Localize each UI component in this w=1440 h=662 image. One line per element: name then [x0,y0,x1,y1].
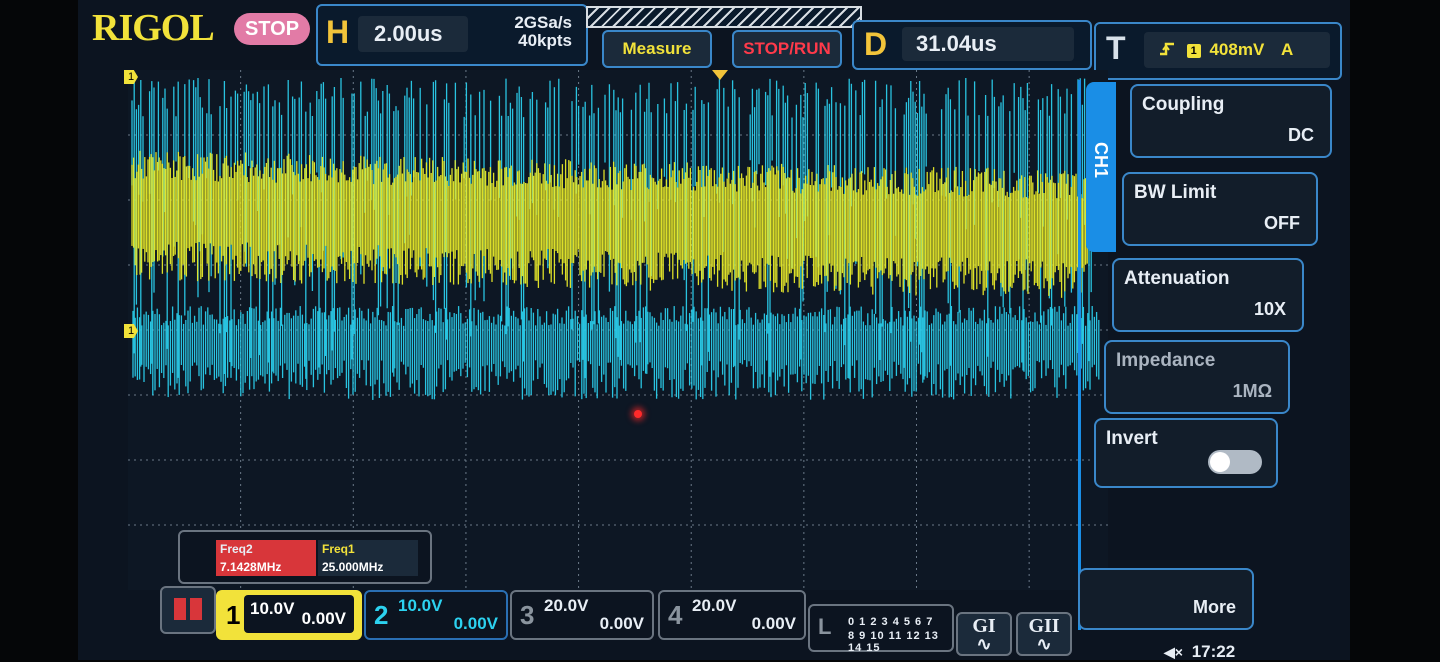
impedance-label: Impedance [1116,350,1216,371]
generator-2-button[interactable]: GII ∿ [1016,612,1072,656]
logic-analyzer-status[interactable]: L 0 1 2 3 4 5 6 7 8 9 10 11 12 13 14 15 [808,604,954,654]
ch3-number: 3 [520,600,535,630]
logic-row-2: 8 9 10 11 12 13 14 15 [848,630,939,654]
memory-position-bar [586,6,862,28]
bw-limit-label: BW Limit [1134,182,1217,203]
measurement-freq2-value: 7.1428MHz [220,560,282,574]
rising-edge-icon [1160,42,1174,56]
coupling-value: DC [1288,125,1314,145]
speaker-icon: ◀× [1164,644,1183,660]
impedance-value: 1MΩ [1232,381,1272,401]
sine-wave-icon: ∿ [976,634,992,654]
coupling-label: Coupling [1142,94,1225,115]
system-clock: ◀× 17:22 [1164,642,1235,662]
trigger-mode: A [1281,40,1294,59]
invert-toggle[interactable] [1208,450,1262,474]
delay-letter: D [864,26,888,62]
coupling-item[interactable]: Coupling DC [1130,84,1332,158]
sample-rate: 2GSa/s [514,13,572,32]
attenuation-label: Attenuation [1124,268,1230,289]
attenuation-value: 10X [1253,299,1286,319]
ch3-offset: 0.00V [599,614,644,633]
generator-1-button[interactable]: GI ∿ [956,612,1012,656]
horizontal-panel[interactable]: H 2.00us 2GSa/s 40kpts [316,4,588,66]
stop-run-button[interactable]: STOP/RUN [732,30,842,68]
measurement-freq1-name: Freq1 [322,542,355,556]
more-item[interactable]: More [1078,568,1254,630]
red-reflection-dot [634,410,642,418]
measurement-freq2-name: Freq2 [220,542,253,556]
sine-wave-icon: ∿ [1036,634,1052,654]
measurement-freq1[interactable]: Freq1 25.000MHz [318,540,418,576]
trigger-panel[interactable]: T 1 408mV A [1094,22,1342,80]
ch4-scale: 20.0V [692,596,737,615]
delay-value: 31.04us [902,27,1074,61]
ch1-offset: 0.00V [301,609,346,628]
logic-row-1: 0 1 2 3 4 5 6 7 [848,616,934,628]
ch4-offset: 0.00V [751,614,796,633]
brand-logo: RIGOL [92,7,215,49]
ch1-number: 1 [226,600,241,630]
invert-item[interactable]: Invert [1094,418,1278,488]
ch4-status[interactable]: 4 20.0V 0.00V [658,590,806,640]
waveform-display[interactable] [128,70,1108,590]
invert-label: Invert [1106,428,1158,449]
ch3-status[interactable]: 3 20.0V 0.00V [510,590,654,640]
ch1-status[interactable]: 1 10.0V 0.00V [216,590,362,640]
run-status-badge[interactable]: STOP [234,13,310,45]
trigger-letter: T [1106,30,1126,66]
trigger-source: 1 [1186,44,1201,58]
trigger-level: 408mV [1209,40,1265,59]
channel-menu-tab[interactable]: CH1 [1086,82,1116,252]
home-menu-button[interactable] [160,586,216,634]
measurement-freq2[interactable]: Freq2 7.1428MHz [216,540,316,576]
measurement-panel: Freq2 7.1428MHz Freq1 25.000MHz [178,530,432,584]
ch4-number: 4 [668,600,683,630]
ch2-offset: 0.00V [453,614,498,633]
horizontal-letter: H [326,14,350,50]
ch1-inner: 10.0V 0.00V [244,595,354,633]
measure-button[interactable]: Measure [602,30,712,68]
ch2-status[interactable]: 2 10.0V 0.00V [364,590,508,640]
channel-menu-tab-label: CH1 [1091,142,1111,179]
bw-limit-item[interactable]: BW Limit OFF [1122,172,1318,246]
ch2-scale: 10.0V [398,596,443,615]
memory-depth: 40kpts [518,31,572,50]
impedance-item[interactable]: Impedance 1MΩ [1104,340,1290,414]
sample-info: 2GSa/s 40kpts [514,14,572,50]
delay-panel[interactable]: D 31.04us [852,20,1092,70]
attenuation-item[interactable]: Attenuation 10X [1112,258,1304,332]
timebase-value: 2.00us [358,16,468,52]
ch1-scale: 10.0V [250,599,295,618]
logic-letter: L [818,614,832,639]
measurement-freq1-value: 25.000MHz [322,560,384,574]
ch3-scale: 20.0V [544,596,589,615]
waveform-svg [128,70,1108,590]
clock-time: 17:22 [1191,642,1236,661]
ch2-number: 2 [374,600,389,630]
trigger-info: 1 408mV A [1144,32,1330,68]
more-label: More [1192,597,1236,617]
bw-limit-value: OFF [1264,213,1300,233]
trigger-position-marker[interactable] [712,70,728,80]
